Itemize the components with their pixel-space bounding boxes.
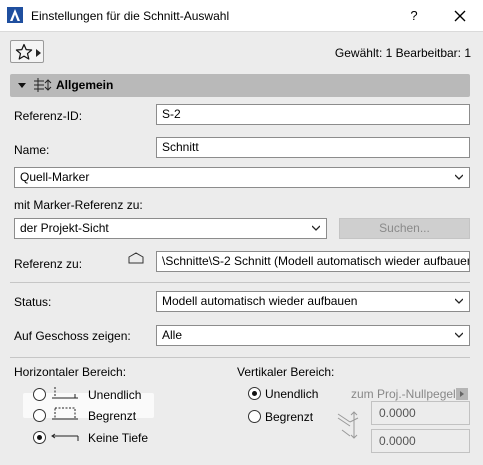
name-label: Name:	[14, 143, 50, 157]
separator	[10, 357, 470, 358]
limited-depth-icon	[52, 407, 78, 420]
search-button[interactable]: Suchen...	[339, 218, 470, 239]
status-label: Status:	[14, 295, 52, 309]
reference-to-label: Referenz zu:	[14, 257, 83, 271]
infinite-depth-icon	[52, 387, 78, 399]
vertical-range-title: Vertikaler Bereich:	[237, 365, 335, 379]
horizontal-zero-depth-radio[interactable]	[33, 431, 46, 444]
zero-depth-icon	[51, 433, 79, 441]
show-on-story-select[interactable]: Alle	[156, 325, 470, 346]
horizontal-limited-radio[interactable]	[33, 409, 46, 422]
window-title: Einstellungen für die Schnitt-Auswahl	[31, 9, 230, 23]
selection-info: Gewählt: 1 Bearbeitbar: 1	[334, 46, 471, 60]
dialog-body: Gewählt: 1 Bearbeitbar: 1 Allgemein Refe…	[0, 32, 483, 465]
section-settings-icon	[34, 78, 52, 92]
lower-limit-input[interactable]: 0.0000	[371, 429, 470, 453]
horizontal-infinite-label: Unendlich	[88, 388, 142, 402]
star-icon	[15, 43, 33, 60]
collapse-triangle-icon	[18, 83, 26, 88]
horizontal-infinite-radio[interactable]	[33, 388, 46, 401]
status-value: Modell automatisch wieder aufbauen	[162, 294, 358, 308]
zero-ref-label: zum Proj.-Nullpegel	[351, 387, 456, 401]
vertical-range-icon	[337, 411, 359, 439]
status-select[interactable]: Modell automatisch wieder aufbauen	[156, 291, 470, 312]
horizontal-range-title: Horizontaler Bereich:	[14, 365, 127, 379]
separator	[10, 282, 470, 283]
section-title: Allgemein	[56, 78, 114, 92]
marker-ref-select[interactable]: der Projekt-Sicht	[14, 218, 327, 239]
vertical-limited-label: Begrenzt	[265, 410, 314, 424]
section-header-general[interactable]: Allgemein	[10, 74, 470, 97]
favorites-button[interactable]	[10, 40, 44, 63]
show-on-story-label: Auf Geschoss zeigen:	[14, 329, 131, 343]
marker-ref-value: der Projekt-Sicht	[20, 221, 109, 235]
marker-ref-label: mit Marker-Referenz zu:	[14, 198, 143, 212]
chevron-down-icon	[455, 174, 463, 180]
help-button[interactable]: ?	[402, 5, 426, 27]
vertical-infinite-radio[interactable]	[248, 387, 261, 400]
reference-id-label: Referenz-ID:	[14, 109, 83, 123]
show-on-story-value: Alle	[162, 328, 183, 342]
marker-type-select[interactable]: Quell-Marker	[14, 167, 470, 188]
vertical-infinite-label: Unendlich	[265, 387, 319, 401]
reference-to-input[interactable]: \Schnitte\S-2 Schnitt (Modell automatisc…	[156, 251, 470, 272]
close-button[interactable]	[446, 5, 474, 27]
reference-id-input[interactable]: S-2	[156, 104, 470, 125]
house-icon	[128, 252, 144, 264]
upper-limit-input[interactable]: 0.0000	[371, 401, 470, 425]
zero-ref-arrow-button[interactable]	[456, 388, 468, 400]
title-bar: Einstellungen für die Schnitt-Auswahl ?	[0, 0, 483, 32]
chevron-down-icon	[455, 298, 463, 304]
name-input[interactable]: Schnitt	[156, 137, 470, 158]
archicad-app-icon	[7, 7, 23, 23]
chevron-down-icon	[455, 332, 463, 338]
close-icon	[454, 10, 466, 22]
vertical-limited-radio[interactable]	[248, 410, 261, 423]
favorites-arrow-icon	[36, 49, 41, 57]
horizontal-zero-depth-label: Keine Tiefe	[88, 431, 149, 445]
marker-type-value: Quell-Marker	[20, 170, 90, 184]
chevron-down-icon	[312, 225, 320, 231]
horizontal-limited-label: Begrenzt	[88, 409, 137, 423]
